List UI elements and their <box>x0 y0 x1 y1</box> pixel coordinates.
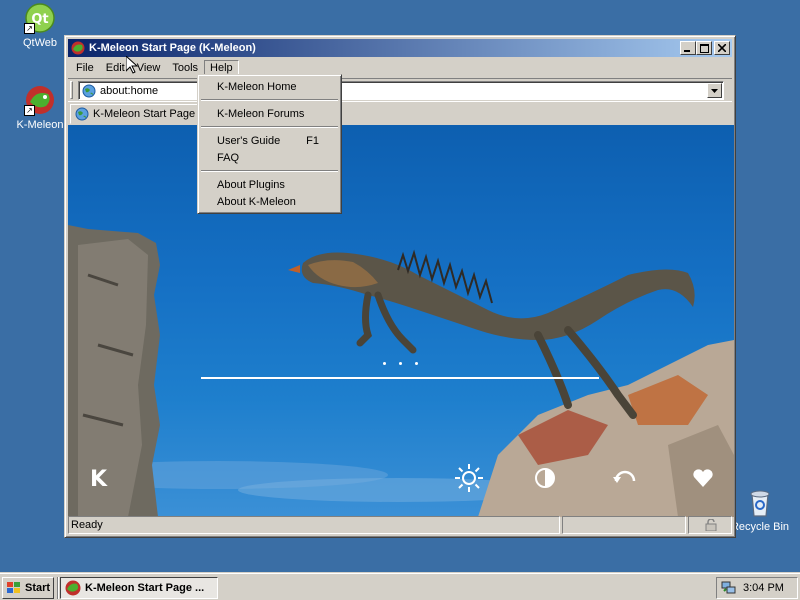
title-bar[interactable]: K-Meleon Start Page (K-Meleon) <box>68 39 732 57</box>
maximize-button[interactable] <box>696 41 712 55</box>
menu-item-label: K-Meleon Forums <box>217 107 305 120</box>
address-field[interactable]: about:home <box>78 81 724 100</box>
menu-item-label: FAQ <box>217 151 240 164</box>
chevron-down-icon <box>711 88 718 93</box>
tab-bar: K-Meleon Start Page <box>68 103 732 124</box>
globe-icon <box>82 84 96 98</box>
menu-item-faq[interactable]: FAQ <box>200 149 339 166</box>
address-input[interactable]: about:home <box>100 85 707 97</box>
menu-item-kmeleon-home[interactable]: K-Meleon Home <box>200 78 339 95</box>
status-security-pane[interactable] <box>688 516 732 534</box>
clock[interactable]: 3:04 PM <box>743 582 784 594</box>
browser-window: K-Meleon Start Page (K-Meleon) File Edit… <box>64 35 736 538</box>
address-dropdown-button[interactable] <box>707 83 722 98</box>
start-button[interactable]: Start <box>2 577 54 599</box>
tab-label: K-Meleon Start Page <box>93 108 196 120</box>
menu-item-label: User's Guide <box>217 134 281 147</box>
menu-separator <box>201 126 338 128</box>
menu-item-kmeleon-forums[interactable]: K-Meleon Forums <box>200 105 339 122</box>
taskbar-separator <box>57 577 59 599</box>
menu-separator <box>201 170 338 172</box>
qtweb-icon: Qt ↗ <box>24 2 56 34</box>
menu-item-label: About K-Meleon <box>217 195 296 208</box>
loading-dots <box>383 362 423 366</box>
kmeleon-icon <box>71 41 85 55</box>
close-button[interactable] <box>714 41 730 55</box>
tab-start-page[interactable]: K-Meleon Start Page <box>70 104 203 124</box>
toolbar-grip[interactable] <box>70 81 73 99</box>
background-photo <box>68 225 734 517</box>
kmeleon-icon <box>65 580 81 596</box>
menu-item-shortcut: F1 <box>306 134 319 147</box>
status-progress-pane <box>562 516 686 534</box>
menu-item-about-plugins[interactable]: About Plugins <box>200 176 339 193</box>
menu-item-label: About Plugins <box>217 178 285 191</box>
address-toolbar: about:home <box>68 78 732 102</box>
kmeleon-logo[interactable]: K <box>90 467 107 492</box>
recycle-bin-icon <box>744 486 776 518</box>
globe-icon <box>75 107 89 121</box>
menu-separator <box>201 99 338 101</box>
heart-icon[interactable] <box>692 467 714 489</box>
contrast-icon[interactable] <box>534 467 556 489</box>
sun-icon[interactable] <box>454 463 484 493</box>
menu-file[interactable]: File <box>70 60 100 76</box>
taskbar-button-kmeleon[interactable]: K-Meleon Start Page ... <box>60 577 218 599</box>
help-menu: K-Meleon Home K-Meleon Forums User's Gui… <box>197 74 342 214</box>
status-text: Ready <box>68 516 560 534</box>
minimize-button[interactable] <box>680 41 696 55</box>
windows-logo-icon <box>6 581 22 595</box>
maximize-icon <box>699 43 709 53</box>
menu-bar: File Edit View Tools Help <box>68 58 732 77</box>
kmeleon-icon: ↗ <box>24 84 56 116</box>
status-bar: Ready <box>68 516 732 534</box>
system-tray: 3:04 PM <box>716 577 798 599</box>
undo-icon[interactable] <box>612 467 638 489</box>
lock-icon <box>705 519 717 531</box>
start-page-content: K <box>68 125 734 517</box>
start-label: Start <box>25 582 51 594</box>
network-icon[interactable] <box>721 581 737 595</box>
taskbar-button-label: K-Meleon Start Page ... <box>85 582 205 594</box>
menu-item-about-kmeleon[interactable]: About K-Meleon <box>200 193 339 210</box>
menu-item-users-guide[interactable]: User's Guide F1 <box>200 132 339 149</box>
minimize-icon <box>684 50 690 52</box>
close-icon <box>718 44 726 52</box>
menu-item-label: K-Meleon Home <box>217 80 297 93</box>
taskbar: Start K-Meleon Start Page ... 3:04 PM <box>0 572 800 600</box>
window-title: K-Meleon Start Page (K-Meleon) <box>89 42 256 54</box>
mouse-cursor-icon <box>126 56 138 74</box>
search-line[interactable] <box>201 377 599 379</box>
